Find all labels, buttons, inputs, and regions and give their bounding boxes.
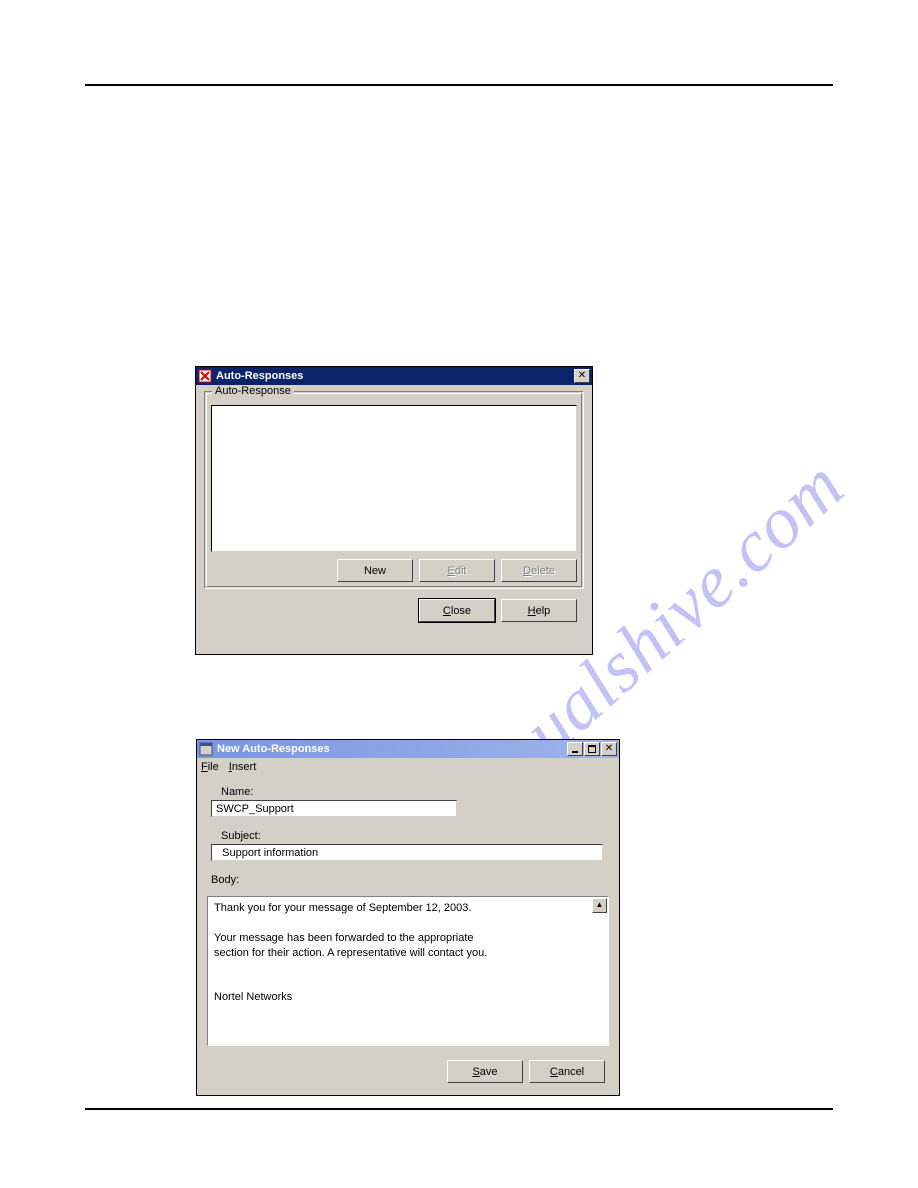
body-field[interactable]: ▲ Thank you for your message of Septembe… [207,896,609,1046]
menu-bar: File Insert [197,758,619,776]
app-icon [199,742,213,756]
titlebar[interactable]: Auto-Responses ✕ [196,367,592,385]
delete-button: Delete [501,559,577,582]
horizontal-rule-top [85,84,833,86]
subject-field[interactable]: Support information [211,844,603,861]
name-label: Name: [221,786,253,798]
close-icon[interactable]: ✕ [574,369,590,383]
minimize-icon[interactable] [567,742,583,756]
new-button[interactable]: New [337,559,413,582]
menu-file[interactable]: File [201,761,219,773]
dialog-title: Auto-Responses [216,370,574,382]
auto-response-list[interactable] [211,405,577,552]
group-legend: Auto-Response [212,385,294,397]
titlebar[interactable]: New Auto-Responses ✕ [197,740,619,758]
auto-responses-dialog: Auto-Responses ✕ Auto-Response New Edit … [195,366,593,655]
body-label: Body: [211,874,239,886]
maximize-icon[interactable] [584,742,600,756]
cancel-button[interactable]: Cancel [529,1060,605,1083]
save-button[interactable]: Save [447,1060,523,1083]
subject-label: Subject: [221,830,261,842]
new-auto-responses-dialog: New Auto-Responses ✕ File Insert Name: S… [196,739,620,1096]
help-button[interactable]: Help [501,599,577,622]
app-icon [198,369,212,383]
close-button[interactable]: Close [419,599,495,622]
body-text: Thank you for your message of September … [214,901,602,1005]
horizontal-rule-bottom [85,1108,833,1110]
dialog-title: New Auto-Responses [217,743,567,755]
edit-button: Edit [419,559,495,582]
close-icon[interactable]: ✕ [601,742,617,756]
name-field[interactable]: SWCP_Support [211,800,457,817]
menu-insert[interactable]: Insert [229,761,257,773]
scroll-up-icon[interactable]: ▲ [592,898,607,913]
